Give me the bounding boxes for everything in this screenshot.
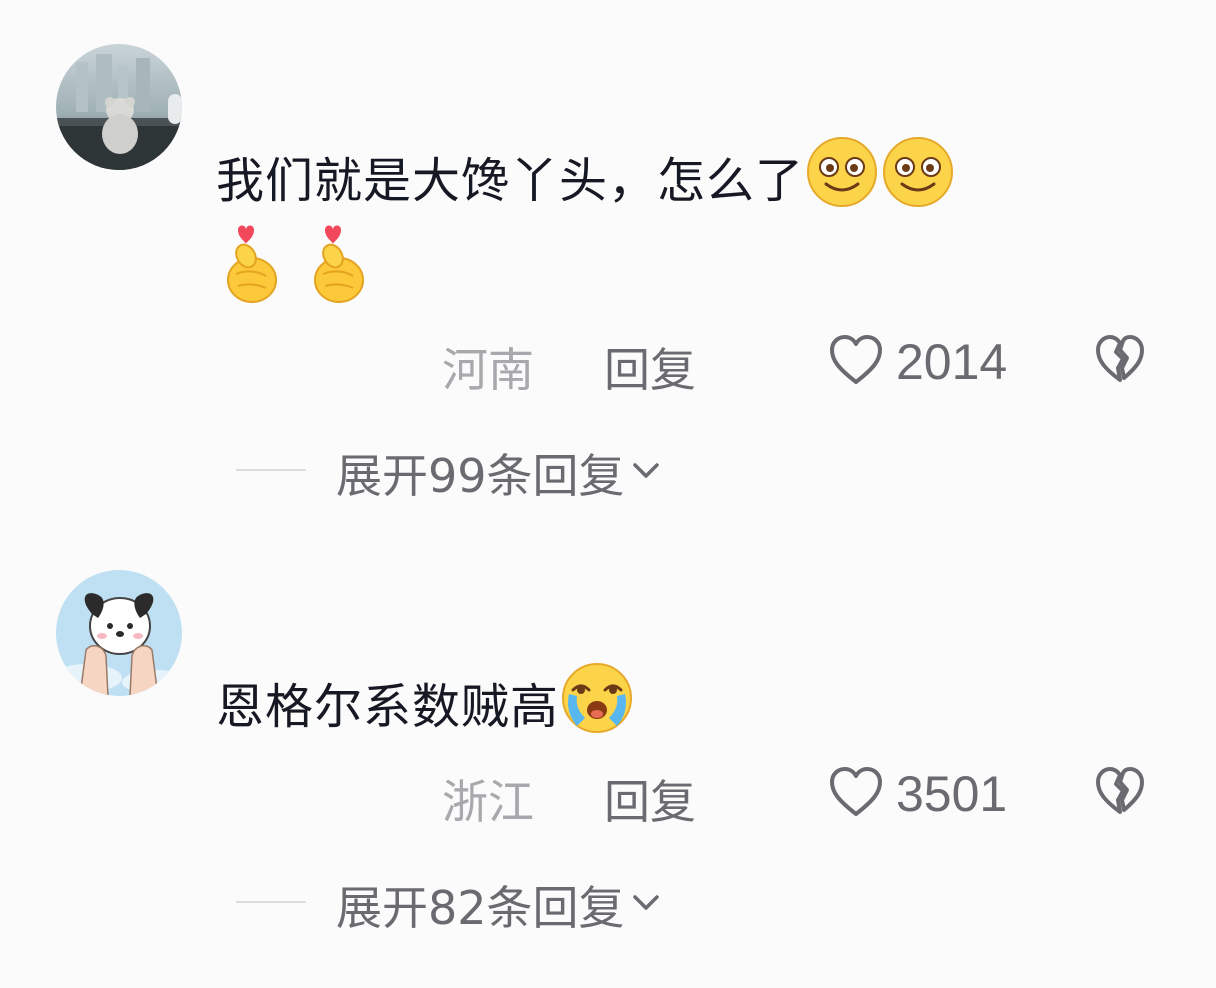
expand-replies-label: 展开99条回复 — [336, 449, 625, 503]
like-button[interactable]: 2014 — [828, 330, 1007, 394]
chevron-down-icon — [631, 893, 661, 917]
location-label: 浙江 — [442, 775, 534, 829]
dislike-button[interactable] — [1094, 334, 1146, 390]
expand-replies: 展开82条回复 — [0, 872, 1216, 935]
smile-emoji — [880, 134, 956, 234]
dislike-button[interactable] — [1094, 766, 1146, 822]
like-count: 3501 — [896, 766, 1008, 822]
finger-heart-emoji — [222, 224, 282, 308]
user-avatar[interactable] — [56, 570, 182, 696]
expand-replies-button[interactable]: 展开82条回复 — [336, 872, 661, 938]
tearful-smile-emoji — [559, 660, 635, 760]
emoji-row — [222, 224, 391, 308]
location-label: 河南 — [442, 343, 534, 397]
comment-text: 恩格尔系数贼高 — [216, 660, 635, 760]
like-count: 2014 — [896, 334, 1008, 390]
chevron-down-icon — [631, 461, 661, 485]
divider — [236, 469, 306, 471]
finger-heart-emoji — [309, 224, 369, 308]
comment-meta: 浙江 回复 3501 — [0, 760, 1216, 830]
heart-outline-icon — [828, 334, 884, 390]
broken-heart-icon — [1096, 335, 1144, 382]
reply-button[interactable]: 回复 — [604, 766, 696, 832]
comment-item: 我们就是大馋丫头，怎么了 河南 回复 2014 展开99条回复 — [0, 0, 1216, 520]
like-button[interactable]: 3501 — [828, 762, 1007, 826]
comment-text-body: 恩格尔系数贼高 — [216, 679, 560, 735]
reply-button[interactable]: 回复 — [604, 334, 696, 400]
smile-emoji — [804, 134, 880, 234]
user-avatar[interactable] — [56, 44, 182, 170]
heart-outline-icon — [828, 766, 884, 822]
divider — [236, 901, 306, 903]
comment-item: 恩格尔系数贼高 浙江 回复 3501 展开82条回复 — [0, 540, 1216, 988]
expand-replies-button[interactable]: 展开99条回复 — [336, 440, 661, 506]
expand-replies: 展开99条回复 — [0, 440, 1216, 503]
broken-heart-icon — [1096, 767, 1144, 814]
comment-text: 我们就是大馋丫头，怎么了 — [216, 134, 956, 234]
comment-meta: 河南 回复 2014 — [0, 328, 1216, 398]
comment-text-body: 我们就是大馋丫头，怎么了 — [216, 153, 805, 209]
expand-replies-label: 展开82条回复 — [336, 881, 625, 935]
